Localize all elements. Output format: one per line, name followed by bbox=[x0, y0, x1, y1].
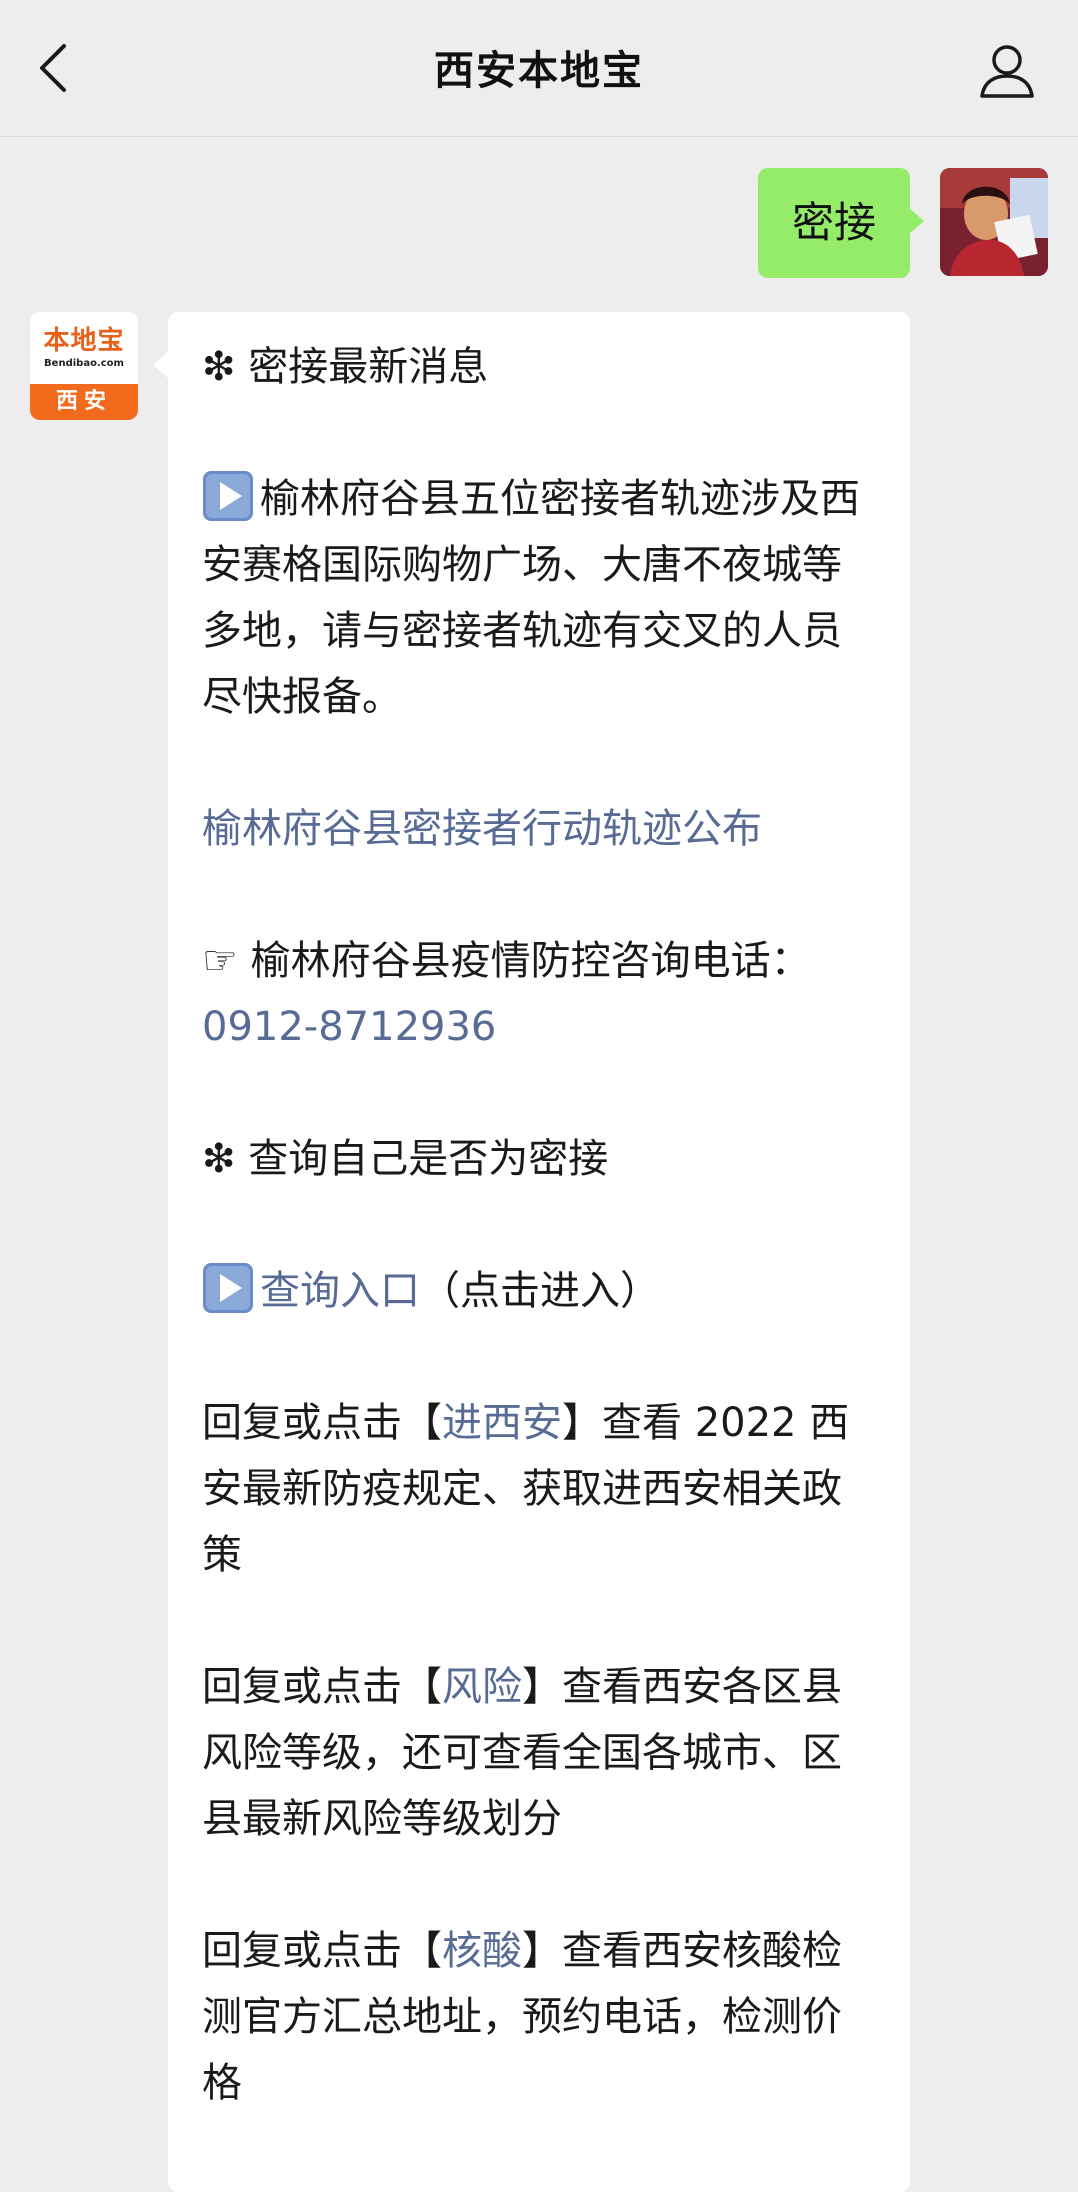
keyword-link-nucleic-acid[interactable]: 核酸 bbox=[442, 1928, 522, 1974]
message-paragraph-text: 榆林府谷县五位密接者轨迹涉及西安赛格国际购物广场、大唐不夜城等多地，请与密接者轨… bbox=[202, 476, 860, 720]
page-title: 西安本地宝 bbox=[434, 48, 644, 94]
reply-keyword-enter-xian: 回复或点击【进西安】查看 2022 西安最新防疫规定、获取进西安相关政策 bbox=[202, 1390, 880, 1588]
outgoing-message-bubble[interactable]: 密接 bbox=[757, 168, 925, 278]
message-paragraph-contacts: 榆林府谷县五位密接者轨迹涉及西安赛格国际购物广场、大唐不夜城等多地，请与密接者轨… bbox=[202, 466, 880, 730]
account-avatar[interactable]: 本地宝 Bendibao.com 西安 bbox=[30, 312, 138, 420]
query-entry-row: 查询入口（点击进入） bbox=[202, 1258, 880, 1324]
reply-keyword-risk: 回复或点击【风险】查看西安各区县风险等级，还可查看全国各城市、区县最新风险等级划… bbox=[202, 1654, 880, 1852]
hotline-label: ☞ 榆林府谷县疫情防控咨询电话： bbox=[202, 938, 811, 984]
message-hotline: ☞ 榆林府谷县疫情防控咨询电话： 0912-8712936 bbox=[202, 928, 880, 1060]
logo-sub-text: Bendibao.com bbox=[44, 358, 124, 369]
message-heading-query: ❇ 查询自己是否为密接 bbox=[202, 1136, 609, 1182]
reply-prefix: 回复或点击【 bbox=[202, 1928, 442, 1974]
reply-prefix: 回复或点击【 bbox=[202, 1664, 442, 1710]
bendibao-logo: 本地宝 Bendibao.com bbox=[30, 312, 138, 384]
logo-city-text: 西安 bbox=[30, 384, 138, 420]
logo-main-text: 本地宝 bbox=[43, 326, 125, 356]
trajectory-link[interactable]: 榆林府谷县密接者行动轨迹公布 bbox=[202, 796, 880, 862]
play-button-icon bbox=[203, 471, 253, 521]
message-heading-latest: ❇ 密接最新消息 bbox=[202, 344, 489, 390]
top-nav-bar: 西安本地宝 bbox=[0, 0, 1078, 137]
profile-button[interactable] bbox=[976, 40, 1038, 102]
outgoing-message-row: 密接 bbox=[757, 168, 1048, 278]
person-icon bbox=[980, 45, 1034, 98]
keyword-link-risk[interactable]: 风险 bbox=[442, 1664, 522, 1710]
reply-keyword-nucleic-acid: 回复或点击【核酸】查看西安核酸检测官方汇总地址，预约电话，检测价格 bbox=[202, 1918, 880, 2116]
query-entry-hint: （点击进入） bbox=[420, 1268, 660, 1314]
play-button-icon bbox=[203, 1263, 253, 1313]
incoming-message-bubble: ❇ 密接最新消息 榆林府谷县五位密接者轨迹涉及西安赛格国际购物广场、大唐不夜城等… bbox=[153, 312, 910, 2192]
query-entry-link[interactable]: 查询入口 bbox=[260, 1268, 420, 1314]
user-avatar-image bbox=[940, 168, 1048, 276]
hotline-phone-link[interactable]: 0912-8712936 bbox=[202, 1004, 496, 1050]
user-avatar[interactable] bbox=[940, 168, 1048, 276]
keyword-link-enter-xian[interactable]: 进西安 bbox=[442, 1400, 562, 1446]
reply-prefix: 回复或点击【 bbox=[202, 1400, 442, 1446]
